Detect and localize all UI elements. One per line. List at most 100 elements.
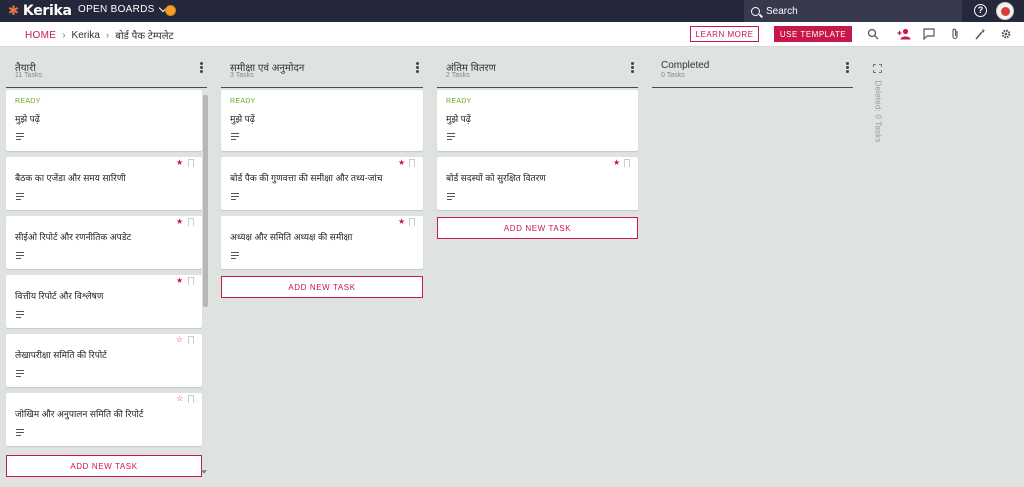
column-header: अंतिम वितरण 2 Tasks — [437, 56, 638, 88]
star-icon[interactable]: ★ — [398, 159, 405, 167]
kerika-logo-icon: ✱ — [8, 3, 19, 18]
bookmark-icon[interactable] — [409, 218, 415, 226]
help-icon[interactable]: ? — [974, 4, 987, 17]
search-placeholder: Search — [766, 5, 798, 17]
description-icon — [231, 193, 239, 200]
column-task-count: 0 Tasks — [661, 72, 685, 79]
description-icon — [16, 429, 24, 436]
description-icon — [447, 193, 455, 200]
search-icon — [751, 6, 760, 16]
add-new-task-button[interactable]: ADD NEW TASK — [221, 276, 423, 298]
star-icon[interactable]: ★ — [176, 218, 183, 226]
task-card[interactable]: READY मुझे पढ़ें — [437, 90, 638, 151]
breadcrumb-org[interactable]: Kerika — [72, 30, 100, 41]
avatar[interactable] — [996, 2, 1014, 20]
task-card[interactable]: ★ अध्यक्ष और समिति अध्यक्ष की समीक्षा — [221, 216, 423, 269]
description-icon — [16, 252, 24, 259]
column-task-count: 11 Tasks — [15, 72, 42, 79]
bookmark-icon[interactable] — [409, 159, 415, 167]
ready-label: READY — [230, 98, 256, 105]
ready-label: READY — [446, 98, 472, 105]
task-title: बोर्ड सदस्यों को सुरक्षित वितरण — [446, 173, 546, 183]
column-final-distribution: अंतिम वितरण 2 Tasks — [437, 56, 638, 88]
task-card[interactable]: READY मुझे पढ़ें — [6, 90, 202, 151]
open-boards-menu[interactable]: OPEN BOARDS — [78, 3, 167, 15]
column-header: समीक्षा एवं अनुमोदन 3 Tasks — [221, 56, 423, 88]
task-card[interactable]: ☆ जोखिम और अनुपालन समिति की रिपोर्ट — [6, 393, 202, 446]
task-card[interactable]: READY मुझे पढ़ें — [221, 90, 423, 151]
description-icon — [16, 370, 24, 377]
task-card[interactable]: ★ बैठक का एजेंडा और समय सारिणी — [6, 157, 202, 210]
task-title: बैठक का एजेंडा और समय सारिणी — [15, 173, 126, 183]
star-icon[interactable]: ★ — [613, 159, 620, 167]
description-icon — [231, 252, 239, 259]
bookmark-icon[interactable] — [188, 395, 194, 403]
globe-icon[interactable] — [165, 5, 176, 16]
column-task-count: 2 Tasks — [446, 72, 470, 79]
bookmark-icon[interactable] — [188, 159, 194, 167]
task-title: जोखिम और अनुपालन समिति की रिपोर्ट — [15, 409, 144, 419]
more-vertical-icon[interactable] — [631, 62, 634, 73]
task-card[interactable]: ★ बोर्ड पैक की गुणवत्ता की समीक्षा और तथ… — [221, 157, 423, 210]
use-template-button[interactable]: USE TEMPLATE — [774, 26, 852, 42]
open-boards-label: OPEN BOARDS — [78, 4, 155, 15]
search-input[interactable]: Search — [744, 0, 962, 22]
task-title: अध्यक्ष और समिति अध्यक्ष की समीक्षा — [230, 232, 353, 242]
column-review-approval: समीक्षा एवं अनुमोदन 3 Tasks — [221, 56, 423, 88]
deleted-column[interactable]: Deleted: 0 Tasks — [870, 80, 886, 160]
column-preparation: तैयारी 11 Tasks — [6, 56, 207, 88]
column-completed: Completed 0 Tasks — [652, 56, 853, 88]
column-scrollbar[interactable] — [203, 95, 208, 307]
expand-icon[interactable] — [873, 64, 882, 73]
gear-icon[interactable] — [1000, 28, 1012, 40]
breadcrumb-separator-icon: › — [105, 29, 110, 41]
task-card[interactable]: ★ सीईओ रिपोर्ट और रणनीतिक अपडेट — [6, 216, 202, 269]
task-title: मुझे पढ़ें — [230, 114, 255, 124]
attachment-icon[interactable] — [949, 28, 961, 40]
chat-icon[interactable] — [923, 28, 935, 40]
breadcrumb: HOME › Kerika › बोर्ड पैक टेम्पलेट — [25, 28, 174, 43]
task-title: लेखापरीक्षा समिति की रिपोर्ट — [15, 350, 107, 360]
column-header: तैयारी 11 Tasks — [6, 56, 207, 88]
learn-more-button[interactable]: LEARN MORE — [690, 26, 759, 42]
bookmark-icon[interactable] — [188, 277, 194, 285]
breadcrumb-board: बोर्ड पैक टेम्पलेट — [115, 31, 174, 42]
task-card[interactable]: ☆ लेखापरीक्षा समिति की रिपोर्ट — [6, 334, 202, 387]
kerika-logo[interactable]: ✱ Kerika — [8, 2, 72, 20]
task-title: वित्तीय रिपोर्ट और विश्लेषण — [15, 291, 104, 301]
scroll-down-arrow-icon[interactable] — [201, 470, 207, 474]
column-task-count: 3 Tasks — [230, 72, 254, 79]
breadcrumb-home[interactable]: HOME — [25, 30, 56, 41]
description-icon — [16, 193, 24, 200]
star-icon[interactable]: ★ — [176, 277, 183, 285]
column-title[interactable]: Completed — [661, 60, 709, 71]
star-outline-icon[interactable]: ☆ — [176, 395, 183, 403]
star-icon[interactable]: ★ — [176, 159, 183, 167]
add-new-task-button[interactable]: ADD NEW TASK — [437, 217, 638, 239]
add-new-task-button[interactable]: ADD NEW TASK — [6, 455, 202, 477]
add-person-icon[interactable] — [897, 28, 911, 40]
task-title: सीईओ रिपोर्ट और रणनीतिक अपडेट — [15, 232, 132, 242]
description-icon — [447, 133, 455, 140]
star-outline-icon[interactable]: ☆ — [176, 336, 183, 344]
task-title: बोर्ड पैक की गुणवत्ता की समीक्षा और तथ्य… — [230, 173, 383, 183]
star-icon[interactable]: ★ — [398, 218, 405, 226]
search-icon[interactable] — [867, 28, 879, 40]
task-card[interactable]: ★ बोर्ड सदस्यों को सुरक्षित वितरण — [437, 157, 638, 210]
column-header: Completed 0 Tasks — [652, 56, 853, 88]
bookmark-icon[interactable] — [624, 159, 630, 167]
task-title: मुझे पढ़ें — [15, 114, 40, 124]
magic-wand-icon[interactable] — [974, 28, 986, 40]
deleted-count-label: Deleted: 0 Tasks — [873, 80, 883, 143]
bookmark-icon[interactable] — [188, 336, 194, 344]
description-icon — [16, 311, 24, 318]
description-icon — [16, 133, 24, 140]
more-vertical-icon[interactable] — [846, 62, 849, 73]
more-vertical-icon[interactable] — [200, 62, 203, 73]
breadcrumb-separator-icon: › — [62, 29, 66, 41]
more-vertical-icon[interactable] — [416, 62, 419, 73]
board-header: HOME › Kerika › बोर्ड पैक टेम्पलेट LEARN… — [0, 22, 1024, 47]
bookmark-icon[interactable] — [188, 218, 194, 226]
task-title: मुझे पढ़ें — [446, 114, 471, 124]
task-card[interactable]: ★ वित्तीय रिपोर्ट और विश्लेषण — [6, 275, 202, 328]
